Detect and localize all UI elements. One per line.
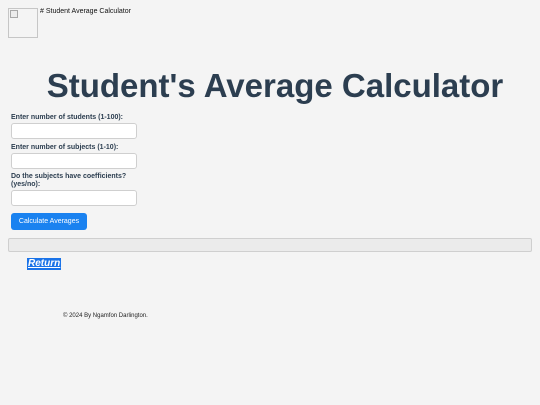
coefficients-label: Do the subjects have coefficients? (yes/… xyxy=(11,173,127,188)
subjects-input[interactable] xyxy=(11,153,137,169)
students-label: Enter number of students (1-100): xyxy=(11,114,124,121)
return-link[interactable]: Return xyxy=(27,258,62,270)
calculate-averages-button[interactable]: Calculate Averages xyxy=(11,213,87,230)
results-panel xyxy=(8,238,532,252)
header-image-alt-text: # Student Average Calculator xyxy=(40,8,131,15)
page-title: Student's Average Calculator xyxy=(46,67,504,104)
footer-copyright: © 2024 By Ngamfon Darlington. xyxy=(63,313,148,319)
header-image xyxy=(8,8,38,38)
students-input[interactable] xyxy=(11,123,137,139)
subjects-label: Enter number of subjects (1-10): xyxy=(11,144,119,151)
broken-image-icon xyxy=(10,10,18,18)
coefficients-input[interactable] xyxy=(11,190,137,206)
